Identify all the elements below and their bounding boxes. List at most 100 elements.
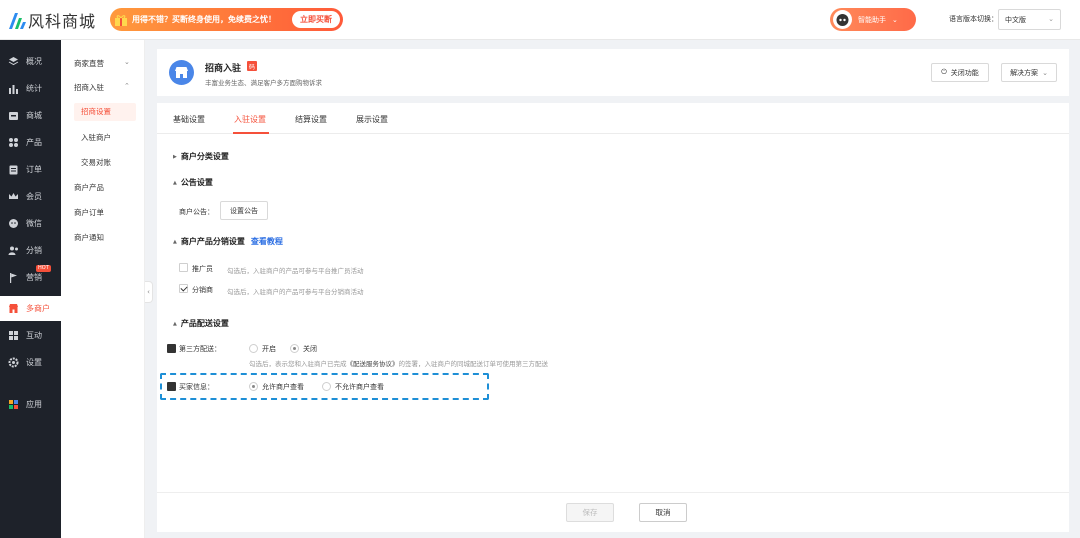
logo-icon <box>9 13 26 29</box>
nav-item-wechat[interactable]: 微信 <box>0 211 61 236</box>
app-grid-icon <box>7 399 19 411</box>
promoter-checkbox[interactable] <box>179 263 188 272</box>
tutorial-link[interactable]: 查看教程 <box>251 237 283 246</box>
section-distribution[interactable]: ▲ 商户产品分销设置 查看教程 <box>173 236 283 247</box>
notice-label: 商户公告： <box>179 208 214 216</box>
nav-item-settings[interactable]: 设置 <box>0 350 61 375</box>
nav-item-mall[interactable]: 商城 <box>0 103 61 128</box>
set-notice-button[interactable]: 设置公告 <box>220 201 268 220</box>
caret-down-icon: ▲ <box>173 180 177 186</box>
distributor-label: 分销商 <box>192 286 213 294</box>
power-icon: ⏻ <box>941 68 947 76</box>
third-party-close-radio[interactable] <box>290 344 299 353</box>
main-sidebar: 概况 统计 商城 产品 订单 会员 微信 分销 营销 HOT 多商户 互动 设置… <box>0 40 61 538</box>
submenu-merchant-products[interactable]: 商户产品 <box>74 182 104 193</box>
gift-icon <box>115 14 127 26</box>
chart-icon <box>7 83 19 95</box>
close-feature-button[interactable]: ⏻ 关闭功能 <box>931 63 989 82</box>
nav-item-marketing[interactable]: 营销 HOT <box>0 265 61 290</box>
chevron-down-icon: ⌄ <box>1042 68 1048 77</box>
clipboard-icon <box>7 164 19 176</box>
store-icon <box>7 110 19 122</box>
language-select[interactable]: 中文版 ⌄ <box>998 9 1061 30</box>
delivery-agreement-link[interactable]: 《配送服务协议》 <box>347 360 399 368</box>
tab-basic[interactable]: 基础设置 <box>173 114 205 125</box>
language-label: 语言版本切换： <box>949 15 998 23</box>
wechat-icon <box>7 218 19 230</box>
chevron-down-icon: ⌄ <box>892 15 898 24</box>
chevron-down-icon: ⌄ <box>1048 15 1054 23</box>
section-notice[interactable]: ▲ 公告设置 <box>173 177 213 188</box>
distributor-checkbox[interactable] <box>179 284 188 293</box>
settings-tabs: 基础设置 入驻设置 结算设置 展示设置 <box>157 103 1069 134</box>
nav-item-apps[interactable]: 应用 <box>0 392 61 417</box>
page-subtitle: 丰富业务生态、满足客户多方面购物诉求 <box>205 79 322 87</box>
save-button[interactable]: 保存 <box>566 503 614 522</box>
submenu-merchant-orders[interactable]: 商户订单 <box>74 207 104 218</box>
shop-icon <box>7 303 19 315</box>
third-party-close-label: 关闭 <box>303 345 317 353</box>
assistant-label: 智能助手 <box>858 15 886 24</box>
users-icon <box>7 245 19 257</box>
delivery-hint: 勾选后，表示您和入驻商户已完成《配送服务协议》的签署，入驻商户的同城配送订单可使… <box>249 360 548 368</box>
submenu-merchant-entry[interactable]: 招商入驻 ⌃ <box>74 82 130 93</box>
caret-down-icon: ▲ <box>173 321 177 327</box>
gear-icon <box>7 357 19 369</box>
promoter-label: 推广员 <box>192 265 213 273</box>
nav-item-multi-merchant[interactable]: 多商户 <box>0 296 61 321</box>
collapse-sidebar-button[interactable]: ‹ <box>145 281 153 303</box>
grid-icon <box>7 137 19 149</box>
submenu-reconciliation[interactable]: 交易对账 <box>81 157 111 168</box>
tab-display[interactable]: 展示设置 <box>356 114 388 125</box>
third-party-open-label: 开启 <box>262 345 276 353</box>
promoter-hint: 勾选后，入驻商户的产品可参与平台推广员活动 <box>227 267 364 275</box>
crown-icon <box>7 191 19 203</box>
hot-badge: HOT <box>36 265 51 272</box>
nav-item-overview[interactable]: 概况 <box>0 49 61 74</box>
active-tab-indicator <box>233 132 269 134</box>
language-value: 中文版 <box>1005 15 1026 24</box>
submenu-merchant-notices[interactable]: 商户通知 <box>74 232 104 243</box>
caret-down-icon: ▲ <box>173 239 177 245</box>
flag-icon <box>7 272 19 284</box>
assistant-button[interactable]: 智能助手 ⌄ <box>830 8 916 31</box>
third-party-open-radio[interactable] <box>249 344 258 353</box>
nav-item-orders[interactable]: 订单 <box>0 157 61 182</box>
promo-banner[interactable]: 用得不错？买断终身使用，免续费之忧！ 立即买断 <box>110 8 343 31</box>
section-category[interactable]: ▶ 商户分类设置 <box>173 151 229 162</box>
page-title: 招商入驻 <box>205 64 242 74</box>
promo-text: 用得不错？买断终身使用，免续费之忧！ <box>132 15 276 24</box>
submenu-direct-sales[interactable]: 商家直营 ⌄ <box>74 58 130 69</box>
footer-actions: 保存 取消 <box>157 492 1069 532</box>
top-bar: 风科商城 用得不错？买断终身使用，免续费之忧！ 立即买断 智能助手 ⌄ 语言版本… <box>0 0 1080 40</box>
nav-item-interaction[interactable]: 互动 <box>0 323 61 348</box>
chevron-down-icon: ⌄ <box>124 58 130 66</box>
nav-item-distribution[interactable]: 分销 <box>0 238 61 263</box>
brand-name: 风科商城 <box>28 12 97 31</box>
third-party-label: 第三方配送： <box>179 345 221 353</box>
chevron-up-icon: ⌃ <box>124 82 130 90</box>
nav-item-members[interactable]: 会员 <box>0 184 61 209</box>
delivery-icon <box>167 344 176 353</box>
robot-icon <box>833 10 852 29</box>
buyout-button[interactable]: 立即买断 <box>292 11 340 28</box>
brand-logo[interactable]: 风科商城 <box>6 8 96 32</box>
tab-entry[interactable]: 入驻设置 <box>234 114 266 125</box>
page-header: 招商入驻 码 丰富业务生态、满足客户多方面购物诉求 ⏻ 关闭功能 解决方案 ⌄ <box>157 49 1069 96</box>
tab-settlement[interactable]: 结算设置 <box>295 114 327 125</box>
nav-item-products[interactable]: 产品 <box>0 130 61 155</box>
submenu-entry-settings[interactable]: 招商设置 <box>74 103 136 121</box>
solution-dropdown[interactable]: 解决方案 ⌄ <box>1001 63 1057 82</box>
nav-item-stats[interactable]: 统计 <box>0 76 61 101</box>
highlight-box <box>160 373 489 400</box>
settings-panel: 基础设置 入驻设置 结算设置 展示设置 ▶ 商户分类设置 ▲ 公告设置 商户公告： … <box>157 103 1069 492</box>
caret-right-icon: ▶ <box>173 154 177 160</box>
cancel-button[interactable]: 取消 <box>639 503 687 522</box>
sub-sidebar: 商家直营 ⌄ 招商入驻 ⌃ 招商设置 入驻商户 交易对账 商户产品 商户订单 商… <box>61 40 145 538</box>
distributor-hint: 勾选后，入驻商户的产品可参与平台分销商活动 <box>227 288 364 296</box>
merchant-entry-icon <box>169 60 194 85</box>
title-badge: 码 <box>247 61 257 71</box>
submenu-merchants[interactable]: 入驻商户 <box>81 132 111 143</box>
chevron-left-icon: ‹ <box>147 288 150 296</box>
section-delivery[interactable]: ▲ 产品配送设置 <box>173 318 229 329</box>
